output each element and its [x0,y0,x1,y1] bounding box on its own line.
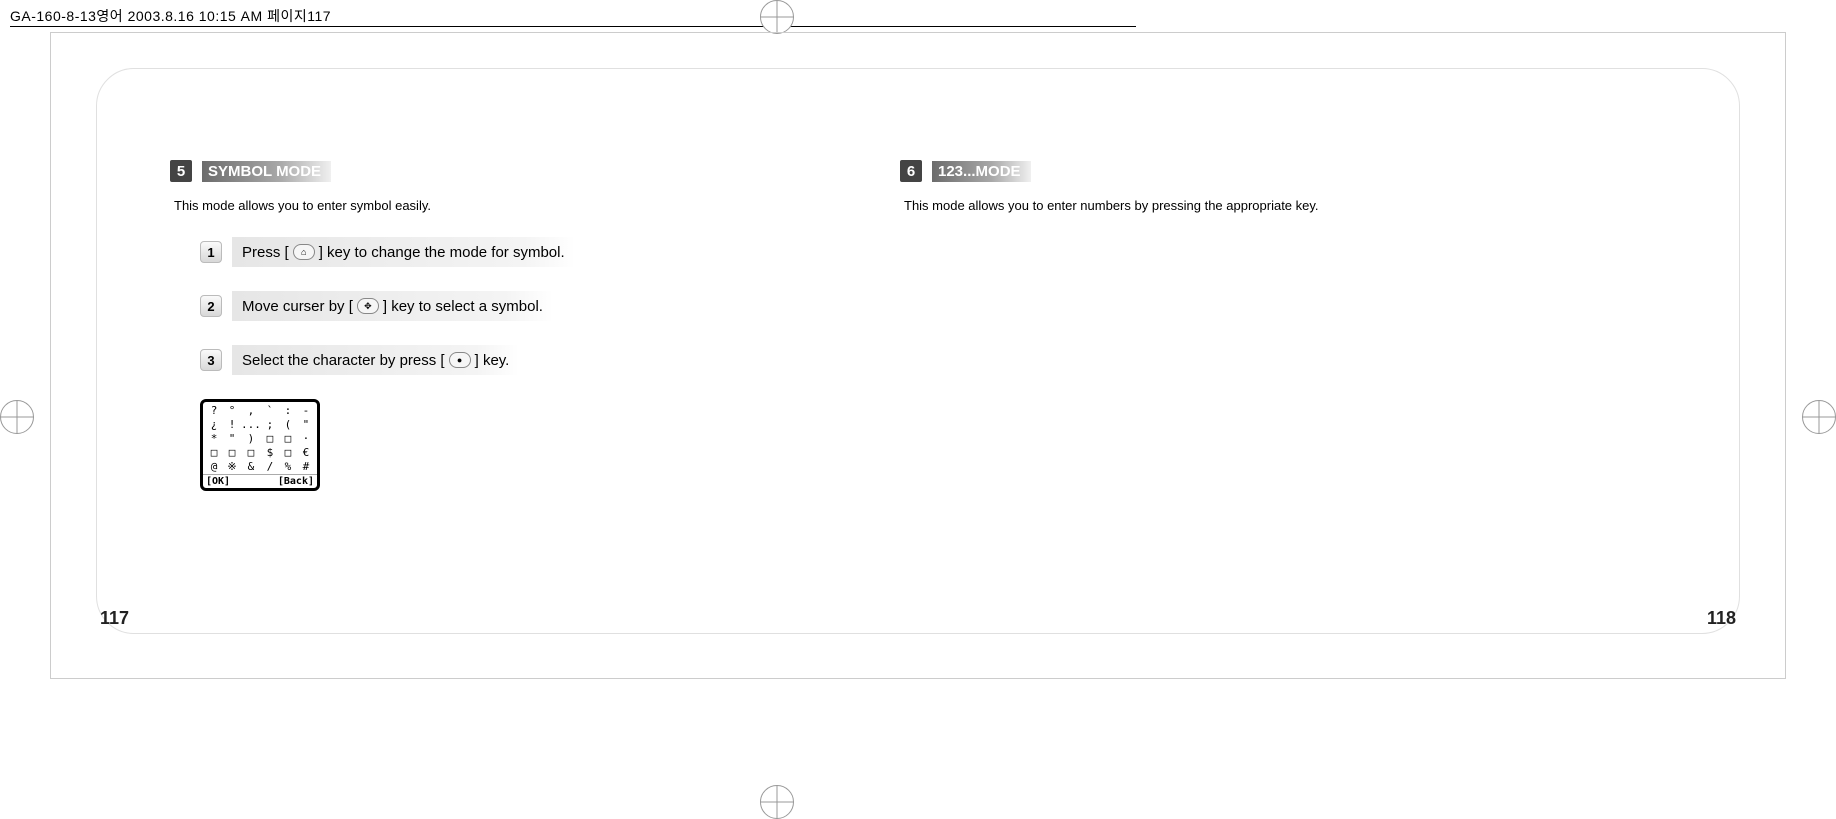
step-row: 3 Select the character by press [ ● ] ke… [200,345,810,375]
section-intro: This mode allows you to enter symbol eas… [174,198,810,213]
step-row: 1 Press [ ⌂ ] key to change the mode for… [200,237,810,267]
softkey-row: [OK] [Back] [203,474,317,488]
step-text-pre: Press [ [242,244,289,261]
step-text: Move curser by [ ✥ ] key to select a sym… [232,291,553,321]
section-number: 5 [170,160,192,182]
right-column: 6 123...MODE This mode allows you to ent… [900,160,1540,237]
softkey-back: [Back] [278,476,314,487]
crop-mark-icon [0,400,34,434]
step-number: 2 [200,295,222,317]
step-row: 2 Move curser by [ ✥ ] key to select a s… [200,291,810,321]
nav-key-icon: ✥ [357,298,379,314]
section-header: 6 123...MODE [900,160,1540,182]
step-number: 3 [200,349,222,371]
step-text: Press [ ⌂ ] key to change the mode for s… [232,237,575,267]
step-number: 1 [200,241,222,263]
step-text-pre: Move curser by [ [242,298,353,315]
phone-screen: ?°,`:- ¿!...;(" *")□□· □□□$□€ @※&/%# [OK… [200,399,320,491]
step-text-post: ] key to select a symbol. [383,298,543,315]
crop-mark-icon [760,785,794,819]
crop-mark-icon [760,0,794,34]
page-number-right: 118 [1707,608,1736,629]
section-intro: This mode allows you to enter numbers by… [904,198,1540,213]
step-text-post: ] key. [475,352,510,369]
key-icon: ⌂ [293,244,315,260]
section-title: SYMBOL MODE [202,161,331,182]
softkey-ok: [OK] [206,476,230,487]
section-title: 123...MODE [932,161,1031,182]
crop-mark-icon [1802,400,1836,434]
step-text: Select the character by press [ ● ] key. [232,345,519,375]
section-header: 5 SYMBOL MODE [170,160,810,182]
step-text-pre: Select the character by press [ [242,352,445,369]
page-number-left: 117 [100,608,129,629]
symbol-grid: ?°,`:- ¿!...;(" *")□□· □□□$□€ @※&/%# [203,402,317,474]
header-rule [10,26,1136,27]
section-number: 6 [900,160,922,182]
ok-key-icon: ● [449,352,471,368]
file-header: GA-160-8-13영어 2003.8.16 10:15 AM 페이지117 [10,6,331,26]
step-text-post: ] key to change the mode for symbol. [319,244,565,261]
left-column: 5 SYMBOL MODE This mode allows you to en… [170,160,810,491]
